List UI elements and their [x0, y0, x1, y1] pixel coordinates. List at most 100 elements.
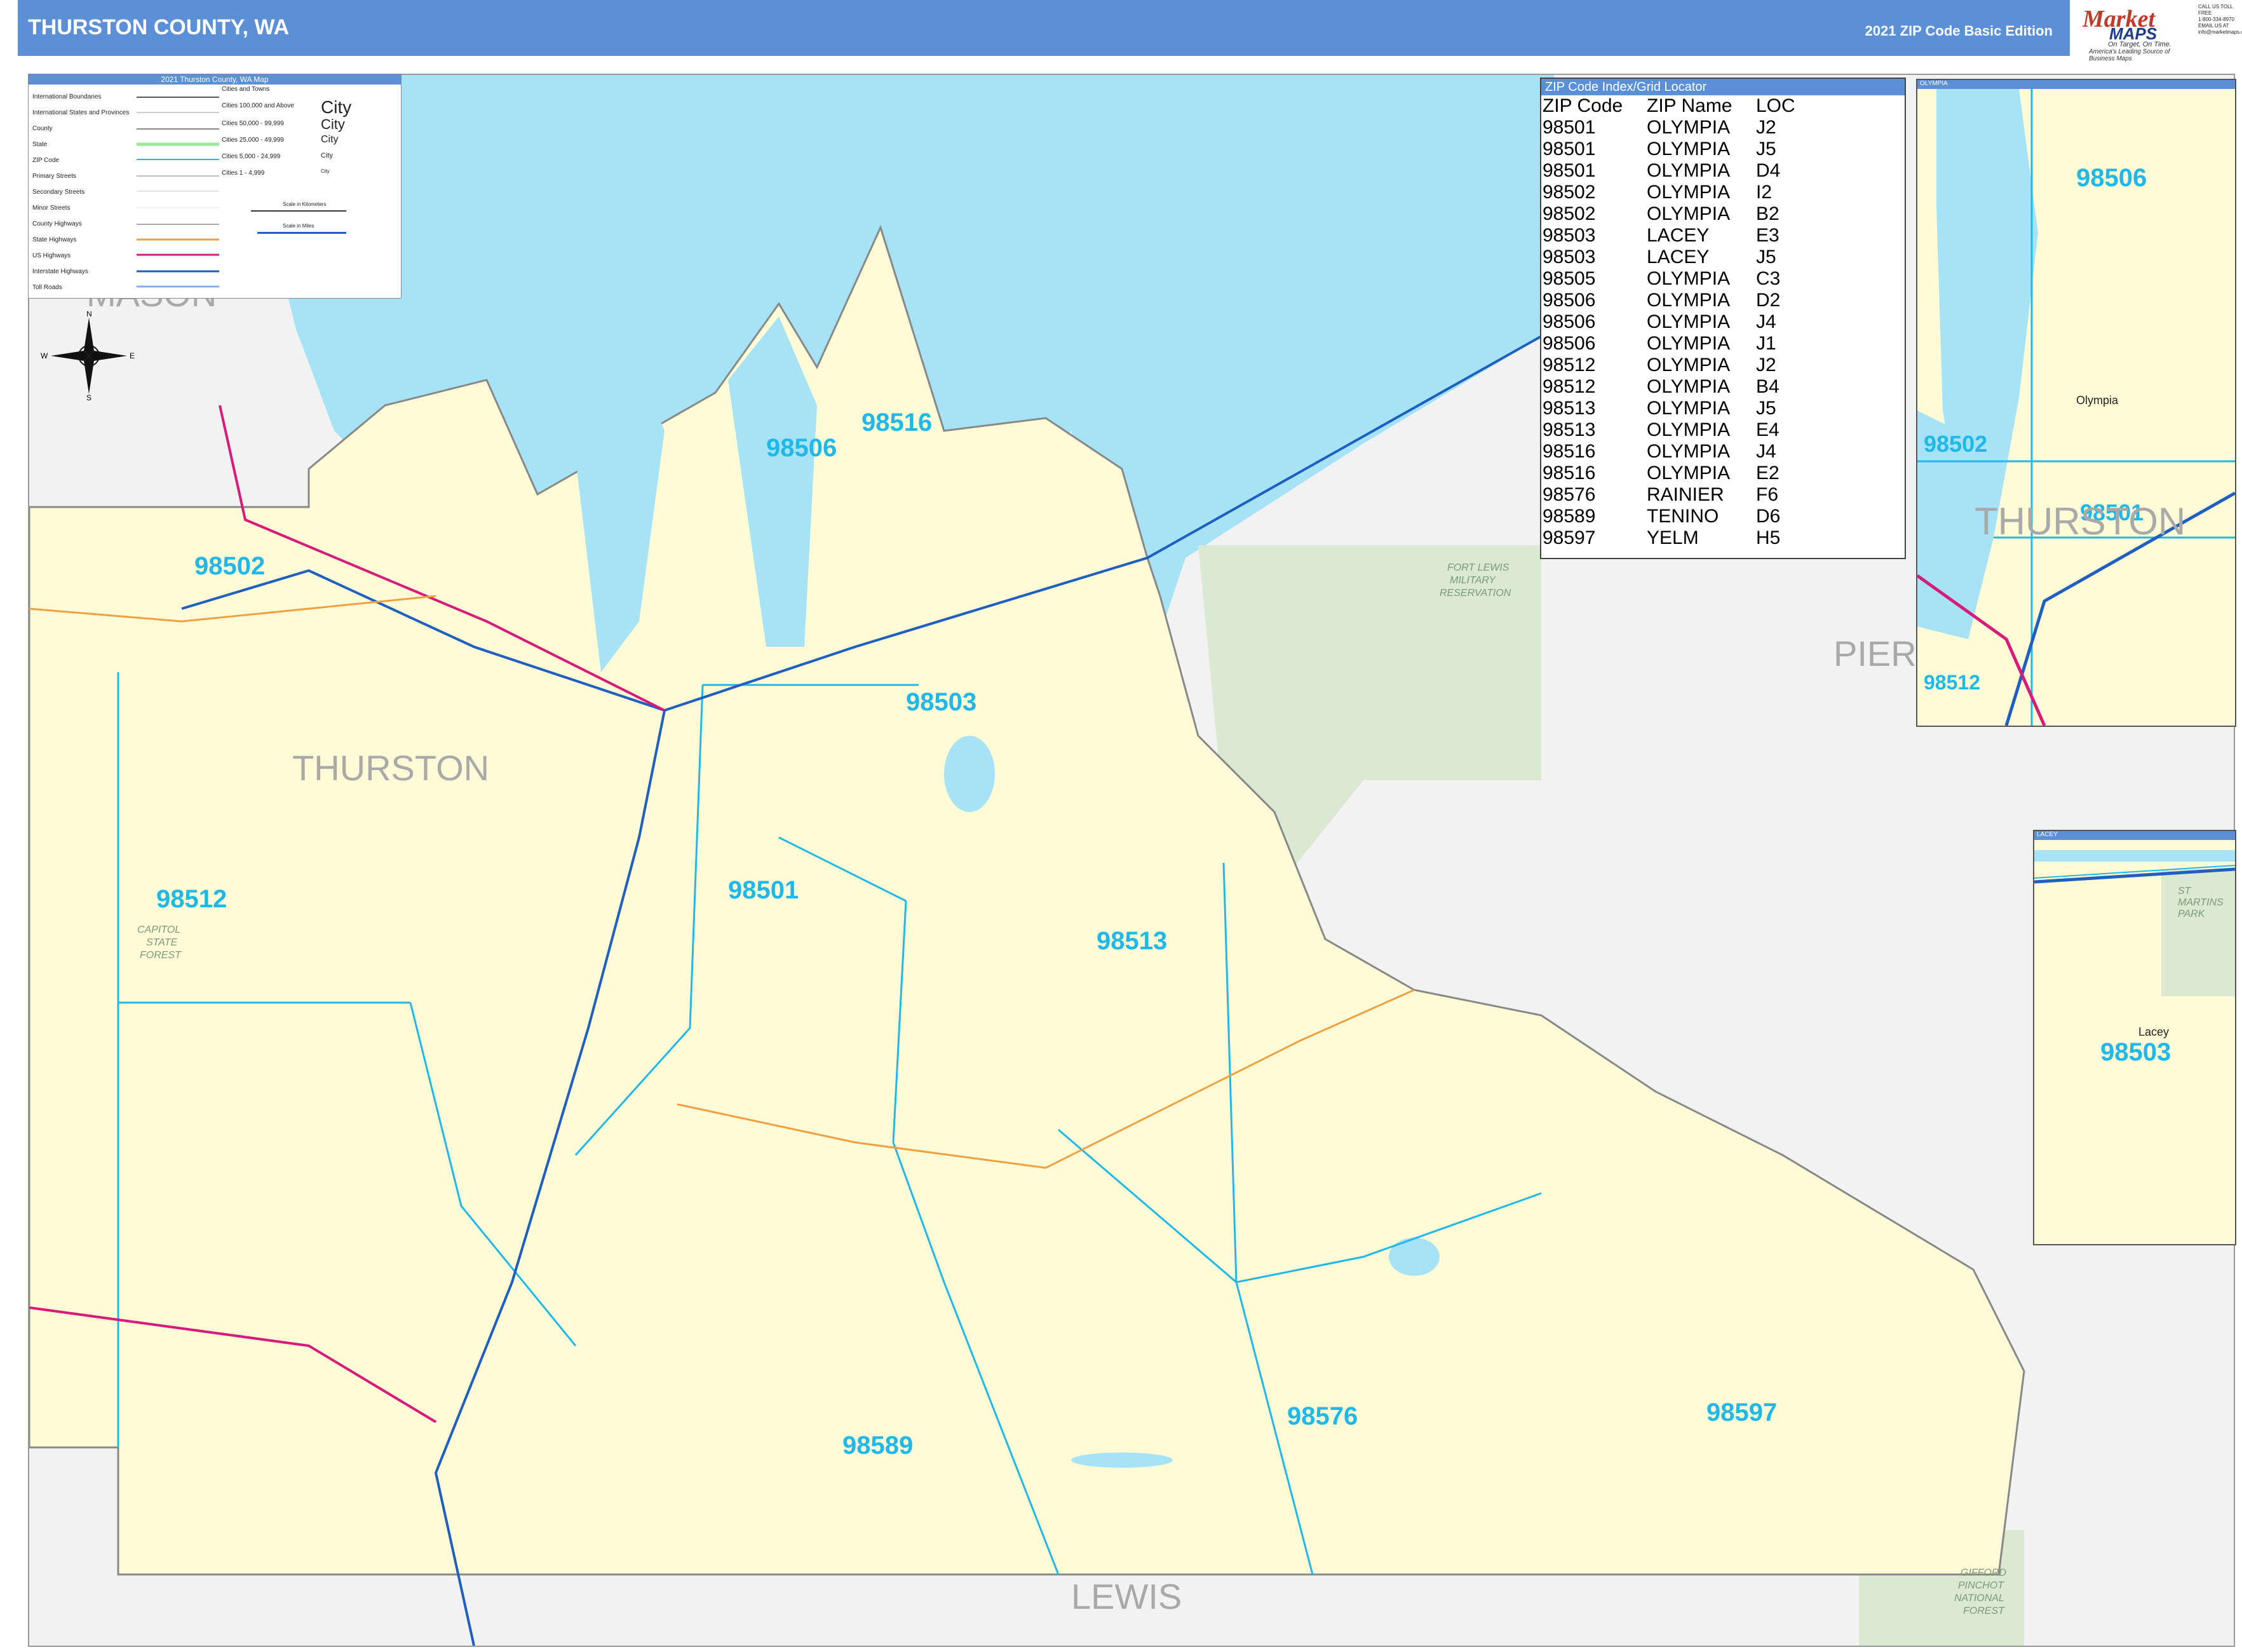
legend-city-class: Cities 50,000 - 99,999 — [222, 120, 284, 127]
inset-county-label: THURSTON — [1975, 500, 2186, 543]
legend-city-class: Cities 1 - 4,999 — [222, 170, 265, 177]
zip-code-cell: 98506 — [1543, 290, 1596, 311]
zip-name-cell: OLYMPIA — [1647, 376, 1731, 397]
zip-index-header-row: ZIP Code ZIP Name LOC — [1543, 95, 1832, 117]
zip-name-cell: YELM — [1647, 527, 1699, 548]
zip-index-row: 98589 TENINO D6 — [1543, 506, 1832, 527]
legend-item: International States and Provinces — [32, 109, 130, 116]
zip-index-table: ZIP Code Index/Grid Locator ZIP Code ZIP… — [1540, 78, 1906, 559]
lake — [1071, 1452, 1173, 1468]
loc-cell: J5 — [1756, 247, 1776, 267]
zip-label-98506: 98506 — [766, 434, 837, 462]
loc-cell: I2 — [1756, 182, 1773, 203]
zip-index-grid: ZIP Code ZIP Name LOC 98501 OLYMPIA J2 9850… — [1543, 95, 1832, 549]
zip-name-cell: OLYMPIA — [1647, 182, 1731, 203]
zip-index-row: 98506 OLYMPIA D2 — [1543, 290, 1832, 311]
zip-code-cell: 98502 — [1543, 182, 1596, 203]
legend-city-sample: City — [321, 116, 345, 132]
loc-cell: H5 — [1756, 527, 1781, 548]
contact-info: CALL US TOLL FREE 1-800-334-8970 EMAIL U… — [2198, 4, 2242, 36]
loc-cell: D2 — [1756, 290, 1781, 311]
market-maps-logo[interactable]: Market MAPS On Target, On Time. America'… — [2070, 0, 2197, 62]
legend-item: State Highways — [32, 236, 77, 243]
park-label: PINCHOT — [1958, 1580, 2004, 1591]
lake — [1389, 1238, 1440, 1276]
olympia-inset-title: OLYMPIA — [1917, 80, 2235, 89]
zip-name-cell: OLYMPIA — [1647, 333, 1731, 354]
zip-code-cell: 98503 — [1543, 225, 1596, 246]
zip-index-row: 98512 OLYMPIA J2 — [1543, 355, 1832, 376]
legend-symbols — [137, 97, 219, 288]
zip-index-row: 98505 OLYMPIA C3 — [1543, 268, 1832, 290]
contact-line: info@marketmaps.com — [2198, 29, 2242, 35]
zip-index-row: 98513 OLYMPIA J5 — [1543, 398, 1832, 419]
loc-cell: J5 — [1756, 139, 1776, 159]
zip-code-cell: 98506 — [1543, 311, 1596, 332]
loc-cell: C3 — [1756, 268, 1781, 289]
zip-index-title: ZIP Code Index/Grid Locator — [1541, 79, 1905, 95]
zip-name-cell: TENINO — [1647, 506, 1719, 527]
zip-name-cell: OLYMPIA — [1647, 311, 1731, 332]
county-label-pierce: PIER — [1833, 633, 1917, 674]
zip-code-cell: 98513 — [1543, 419, 1596, 440]
zip-index-row: 98503 LACEY J5 — [1543, 247, 1832, 268]
title-bar: THURSTON COUNTY, WA 2021 ZIP Code Basic … — [18, 0, 2078, 56]
loc-cell: J5 — [1756, 398, 1776, 419]
lacey-inset-title: LACEY — [2034, 831, 2235, 840]
zip-code-cell: 98501 — [1543, 117, 1596, 138]
map-title: THURSTON COUNTY, WA — [28, 15, 290, 39]
zip-code-cell: 98512 — [1543, 355, 1596, 376]
scale-km-label: Scale in Kilometers — [283, 201, 327, 207]
zip-name-cell: OLYMPIA — [1647, 355, 1731, 376]
legend-item: County — [32, 125, 53, 132]
zip-label-98516: 98516 — [861, 409, 932, 437]
legend-city-sample: City — [321, 168, 330, 174]
scale-mi-label: Scale in Miles — [283, 223, 314, 229]
zip-index-row: 98502 OLYMPIA B2 — [1543, 203, 1832, 225]
loc-cell: J2 — [1756, 355, 1776, 376]
legend-city-class: Cities 25,000 - 49,999 — [222, 137, 284, 144]
park-label: CAPITOL — [137, 924, 180, 935]
contact-line: CALL US TOLL FREE — [2198, 4, 2233, 16]
park-label: STATE — [146, 937, 178, 948]
zip-label-98589: 98589 — [842, 1432, 913, 1459]
lacey-inset[interactable]: LACEY ST MARTINS PARK Lacey 98503 — [2033, 830, 2236, 1245]
zip-code-cell: 98503 — [1543, 247, 1596, 267]
legend-item: Toll Roads — [32, 284, 62, 291]
loc-cell: J1 — [1756, 333, 1776, 354]
park-label: NATIONAL — [1954, 1593, 2004, 1604]
zip-name-cell: OLYMPIA — [1647, 463, 1731, 484]
zip-index-row: 98506 OLYMPIA J4 — [1543, 311, 1832, 333]
park-label: MILITARY — [1450, 575, 1496, 586]
zip-name-cell: OLYMPIA — [1647, 398, 1731, 419]
loc-cell: E3 — [1756, 225, 1779, 246]
zip-index-row: 98576 RAINIER F6 — [1543, 484, 1832, 506]
legend-cities-heading: Cities and Towns — [222, 86, 270, 93]
zip-index-row: 98516 OLYMPIA J4 — [1543, 441, 1832, 463]
olympia-inset[interactable]: OLYMPIA 98506 98502 98501 98512 THURSTON… — [1916, 79, 2236, 727]
inset-zip-label: 98502 — [1924, 431, 1988, 457]
zip-name-cell: OLYMPIA — [1647, 290, 1731, 311]
compass-e: E — [130, 351, 135, 360]
loc-cell: E2 — [1756, 463, 1779, 484]
legend-city-sample: City — [321, 134, 339, 145]
zip-name-cell: LACEY — [1647, 247, 1710, 267]
loc-cell: F6 — [1756, 484, 1779, 505]
zip-code-cell: 98505 — [1543, 268, 1596, 289]
legend-item: US Highways — [32, 252, 71, 259]
park-label: FOREST — [140, 950, 182, 961]
zip-index-row: 98501 OLYMPIA J5 — [1543, 139, 1832, 160]
loc-cell: J4 — [1756, 311, 1776, 332]
zip-code-cell: 98516 — [1543, 441, 1596, 462]
contact-line: 1-800-334-8970 — [2198, 17, 2234, 22]
zip-code-cell: 98516 — [1543, 463, 1596, 484]
zip-name-cell: OLYMPIA — [1647, 203, 1731, 224]
column-header: ZIP Name — [1647, 95, 1732, 116]
zip-index-row: 98516 OLYMPIA E2 — [1543, 463, 1832, 484]
zip-index-row: 98501 OLYMPIA J2 — [1543, 117, 1832, 139]
logo-tagline: On Target, On Time. — [2108, 41, 2171, 48]
legend-item: International Boundaries — [32, 93, 102, 100]
zip-name-cell: LACEY — [1647, 225, 1710, 246]
inset-city-label: Lacey — [2138, 1026, 2170, 1038]
loc-cell: B4 — [1756, 376, 1779, 397]
